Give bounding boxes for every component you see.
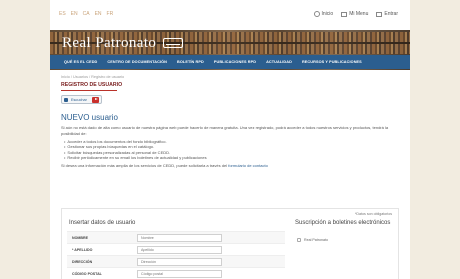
registration-form: *Datos son obligatorios Insertar datos d… [61, 208, 399, 279]
page-title: REGISTRO DE USUARIO [61, 82, 123, 88]
contact-form-link[interactable]: formulario de contacto [228, 163, 268, 168]
language-selector: ES EN CA EN FR [59, 11, 113, 17]
form-fields: NOMBRE * APELLIDO DIRECCIÓN CÓDIGO POSTA… [67, 231, 285, 279]
top-links: Inicio Mi Menu Entrar [313, 11, 398, 17]
my-menu-link-label: Mi Menu [349, 11, 369, 17]
language-option[interactable]: CA [83, 11, 90, 17]
field-label: CÓDIGO POSTAL [72, 272, 102, 276]
site-logo[interactable]: Real Patronato [62, 35, 156, 52]
language-option[interactable]: FR [107, 11, 114, 17]
list-item: Recibir periódicamente en su email los b… [64, 155, 399, 160]
required-note: *Datos son obligatorios [355, 212, 392, 216]
field-label: NOMBRE [72, 236, 88, 240]
nav-item-centro-documentacion[interactable]: CENTRO DE DOCUMENTACIÓN [107, 60, 167, 64]
nav-item-recursos[interactable]: RECURSOS Y PUBLICACIONES [302, 60, 362, 64]
login-link-label: Entrar [384, 11, 398, 17]
subscription-checkbox-real-patronato[interactable]: Real Patronato [297, 238, 328, 242]
language-option[interactable]: EN [71, 11, 78, 17]
address-field[interactable] [137, 258, 222, 266]
main-navigation: QUÉ ES EL CEDD CENTRO DE DOCUMENTACIÓN B… [50, 55, 410, 69]
more-info-label: Si desea una información más amplia de l… [61, 162, 228, 168]
home-link[interactable]: Inicio [313, 11, 334, 17]
login-icon [376, 11, 383, 17]
intro-text: Si aún no está dado de alta como usuario… [61, 125, 389, 136]
more-info-text: Si desea una información más amplia de l… [61, 163, 399, 168]
listen-label: Escuchar [71, 97, 87, 102]
nav-item-que-es[interactable]: QUÉ ES EL CEDD [64, 60, 97, 64]
menu-icon [341, 11, 348, 17]
language-option[interactable]: ES [59, 11, 66, 17]
speaker-icon [64, 97, 68, 102]
my-menu-link[interactable]: Mi Menu [341, 11, 368, 17]
nav-item-boletin[interactable]: BOLETÍN RPD [177, 60, 204, 64]
form-row-nombre: NOMBRE [67, 231, 285, 243]
play-icon[interactable] [92, 96, 99, 103]
checkbox-label: Real Patronato [304, 238, 328, 242]
login-link[interactable]: Entrar [376, 11, 398, 17]
form-row-codigo-postal: CÓDIGO POSTAL [67, 267, 285, 279]
subscriptions-heading: Suscripción a boletines electrónicos [295, 220, 391, 226]
benefits-list: Acceder a todos los documentos del fondo… [61, 139, 399, 161]
page: ES EN CA EN FR Inicio Mi Menu Entrar Rea… [50, 0, 410, 279]
form-row-apellido: * APELLIDO [67, 243, 285, 255]
home-icon [313, 11, 320, 17]
section-title: NUEVO usuario [61, 113, 118, 122]
home-link-label: Inicio [321, 11, 334, 17]
logo-emblem-icon [163, 38, 183, 48]
listen-button[interactable]: Escuchar [61, 95, 102, 104]
surname-field[interactable] [137, 246, 222, 254]
form-heading: Insertar datos de usuario [69, 220, 136, 226]
main-content: Inicio / Usuarios / Registro de usuario … [61, 75, 399, 168]
name-field[interactable] [137, 234, 222, 242]
postal-code-field[interactable] [137, 270, 222, 278]
field-label: DIRECCIÓN [72, 260, 93, 264]
breadcrumb[interactable]: Inicio / Usuarios / Registro de usuario [61, 75, 399, 79]
nav-item-publicaciones[interactable]: PUBLICACIONES RPD [214, 60, 256, 64]
language-option[interactable]: EN [95, 11, 102, 17]
form-row-direccion: DIRECCIÓN [67, 255, 285, 267]
top-bar: ES EN CA EN FR Inicio Mi Menu Entrar [50, 0, 410, 30]
field-label: * APELLIDO [72, 248, 93, 252]
nav-item-actualidad[interactable]: ACTUALIDAD [266, 60, 292, 64]
title-underline [61, 90, 117, 91]
checkbox[interactable] [297, 238, 301, 242]
